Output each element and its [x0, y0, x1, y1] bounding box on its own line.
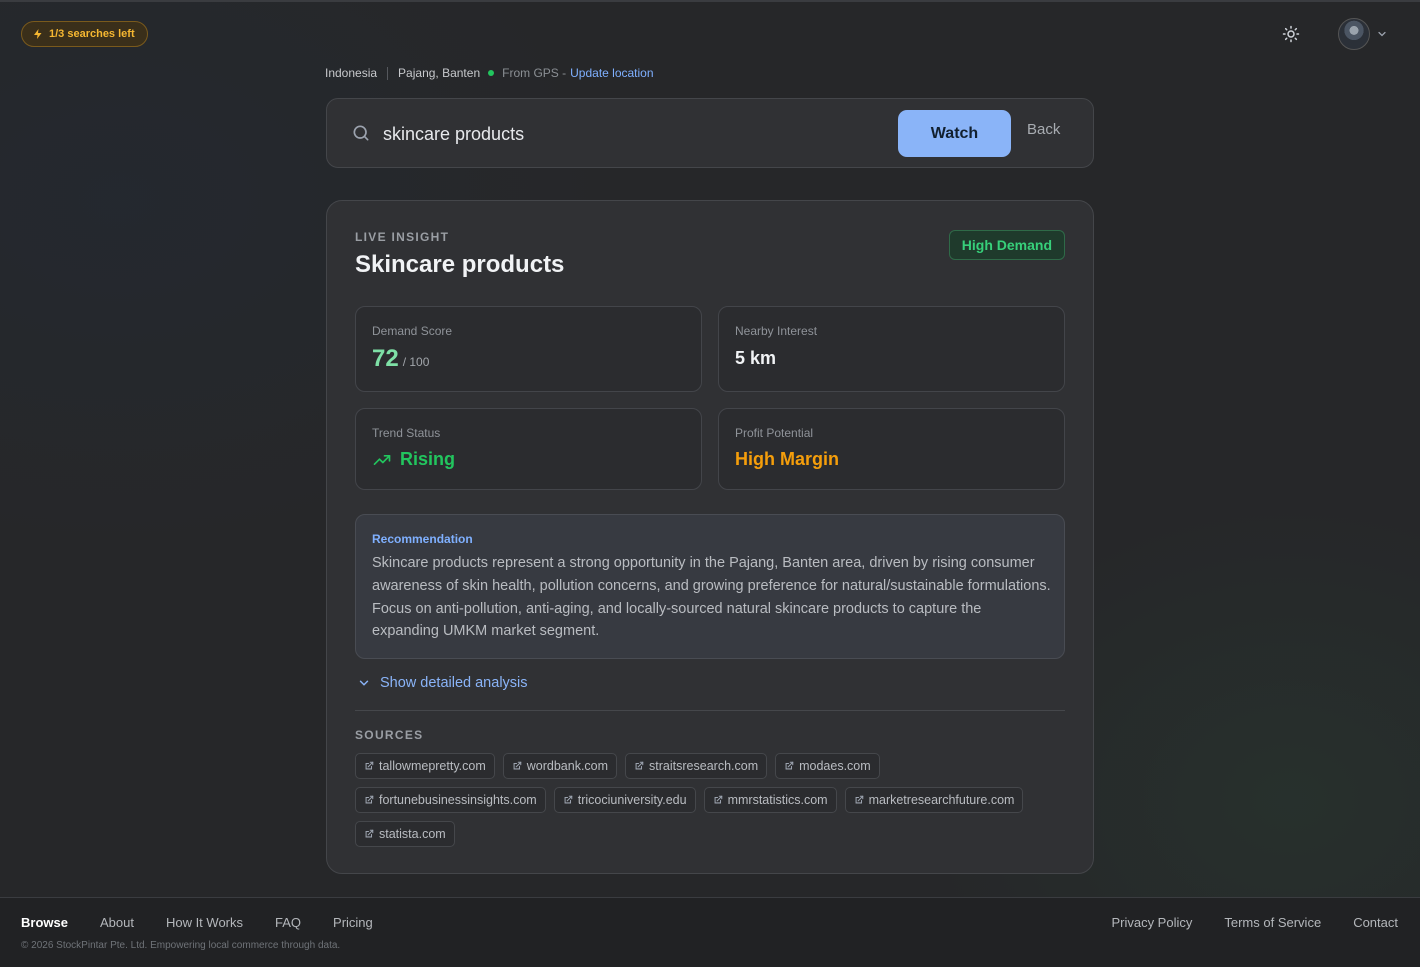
source-chip[interactable]: tricociuniversity.edu	[553, 787, 696, 813]
source-chip[interactable]: wordbank.com	[502, 753, 618, 779]
search-input[interactable]	[383, 121, 883, 147]
divider	[355, 710, 1065, 711]
source-chip[interactable]: tallowmepretty.com	[355, 753, 495, 779]
search-bar: Watch Back	[326, 98, 1094, 168]
external-link-icon	[714, 795, 722, 804]
trend-status-text: Rising	[400, 449, 456, 469]
profit-potential-card: Profit Potential High Margin	[718, 408, 1065, 490]
show-detailed-analysis-toggle[interactable]: Show detailed analysis	[357, 675, 528, 691]
breadcrumb-divider	[387, 66, 389, 80]
footer-nav: Browse About How It Works FAQ Pricing	[21, 915, 373, 930]
nearby-interest-value: 5 km	[735, 348, 777, 368]
external-link-icon	[785, 761, 794, 770]
demand-score-max: / 100	[402, 355, 430, 369]
lightning-icon	[34, 29, 42, 39]
external-link-icon	[365, 761, 374, 770]
footer-link-contact[interactable]: Contact	[1353, 915, 1398, 930]
searches-left-text: 1/3 searches left	[49, 28, 135, 40]
footer-legal-nav: Privacy Policy Terms of Service Contact	[1111, 915, 1398, 930]
footer: Browse About How It Works FAQ Pricing Pr…	[0, 897, 1420, 967]
source-chip[interactable]: modaes.com	[775, 753, 880, 779]
trend-status-value: Rising	[372, 449, 455, 470]
source-label: straitsresearch.com	[649, 759, 759, 773]
footer-link-faq[interactable]: FAQ	[275, 915, 301, 930]
demand-score-value: 72 / 100	[372, 345, 429, 373]
source-label: modaes.com	[799, 759, 871, 773]
external-link-icon	[855, 795, 863, 804]
trend-status-label: Trend Status	[372, 426, 441, 440]
nearby-interest-card: Nearby Interest 5 km	[718, 306, 1065, 392]
region-label: Pajang, Banten	[398, 66, 481, 80]
source-label: tallowmepretty.com	[379, 759, 486, 773]
nearby-interest-label: Nearby Interest	[735, 324, 818, 338]
footer-link-browse[interactable]: Browse	[21, 915, 68, 930]
footer-link-how-it-works[interactable]: How It Works	[166, 915, 243, 930]
source-chip[interactable]: fortunebusinessinsights.com	[355, 787, 546, 813]
footer-link-privacy[interactable]: Privacy Policy	[1111, 915, 1192, 930]
profit-potential-value: High Margin	[735, 449, 839, 469]
source-label: wordbank.com	[526, 759, 609, 773]
source-label: statista.com	[379, 827, 446, 841]
avatar[interactable]	[1338, 18, 1370, 50]
external-link-icon	[365, 829, 374, 838]
recommendation-box: Recommendation Skincare products represe…	[355, 514, 1065, 659]
show-detailed-analysis-label: Show detailed analysis	[380, 675, 528, 691]
source-chip[interactable]: mmrstatistics.com	[703, 787, 837, 813]
demand-score-card: Demand Score 72 / 100	[355, 306, 702, 392]
recommendation-title: Recommendation	[372, 532, 473, 546]
external-link-icon	[564, 795, 573, 804]
external-link-icon	[635, 761, 644, 770]
chevron-down-icon	[359, 680, 369, 686]
copyright: © 2026 StockPintar Pte. Ltd. Empowering …	[21, 940, 341, 951]
source-label: marketresearchfuture.com	[868, 793, 1015, 807]
gps-status-dot	[488, 70, 495, 76]
back-button[interactable]: Back	[1027, 121, 1060, 138]
top-border	[0, 0, 1420, 2]
update-location-link[interactable]: Update location	[570, 66, 653, 80]
search-icon	[353, 125, 369, 141]
external-link-icon	[365, 795, 374, 804]
profit-potential-label: Profit Potential	[735, 426, 814, 440]
demand-score-label: Demand Score	[372, 324, 453, 338]
chevron-down-icon	[1378, 31, 1386, 37]
sources-list: tallowmepretty.com wordbank.com straitsr…	[355, 753, 1070, 847]
sun-icon	[1282, 25, 1300, 43]
source-label: mmrstatistics.com	[727, 793, 828, 807]
footer-link-terms[interactable]: Terms of Service	[1224, 915, 1321, 930]
location-source: From GPS -	[502, 66, 567, 80]
demand-badge: High Demand	[948, 230, 1065, 260]
insight-card: LIVE INSIGHT Skincare products High Dema…	[326, 200, 1094, 874]
searches-left-badge[interactable]: 1/3 searches left	[21, 21, 148, 47]
recommendation-text: Skincare products represent a strong opp…	[372, 555, 1051, 640]
footer-link-about[interactable]: About	[100, 915, 134, 930]
sources-label: SOURCES	[355, 728, 424, 742]
location-breadcrumb: Indonesia Pajang, Banten From GPS - Upda…	[325, 66, 654, 80]
user-menu[interactable]	[1338, 18, 1388, 50]
external-link-icon	[513, 761, 522, 770]
insight-eyebrow: LIVE INSIGHT	[355, 230, 450, 244]
source-chip[interactable]: marketresearchfuture.com	[844, 787, 1024, 813]
demand-score-number: 72	[372, 345, 399, 372]
insight-title: Skincare products	[355, 251, 565, 278]
source-label: fortunebusinessinsights.com	[379, 793, 537, 807]
theme-toggle-button[interactable]	[1280, 23, 1302, 45]
footer-link-pricing[interactable]: Pricing	[333, 915, 373, 930]
source-chip[interactable]: statista.com	[355, 821, 455, 847]
country-label: Indonesia	[325, 66, 378, 80]
source-chip[interactable]: straitsresearch.com	[625, 753, 768, 779]
trending-up-icon	[373, 454, 391, 465]
watch-button[interactable]: Watch	[898, 110, 1011, 157]
trend-status-card: Trend Status Rising	[355, 408, 702, 490]
source-label: tricociuniversity.edu	[577, 793, 687, 807]
